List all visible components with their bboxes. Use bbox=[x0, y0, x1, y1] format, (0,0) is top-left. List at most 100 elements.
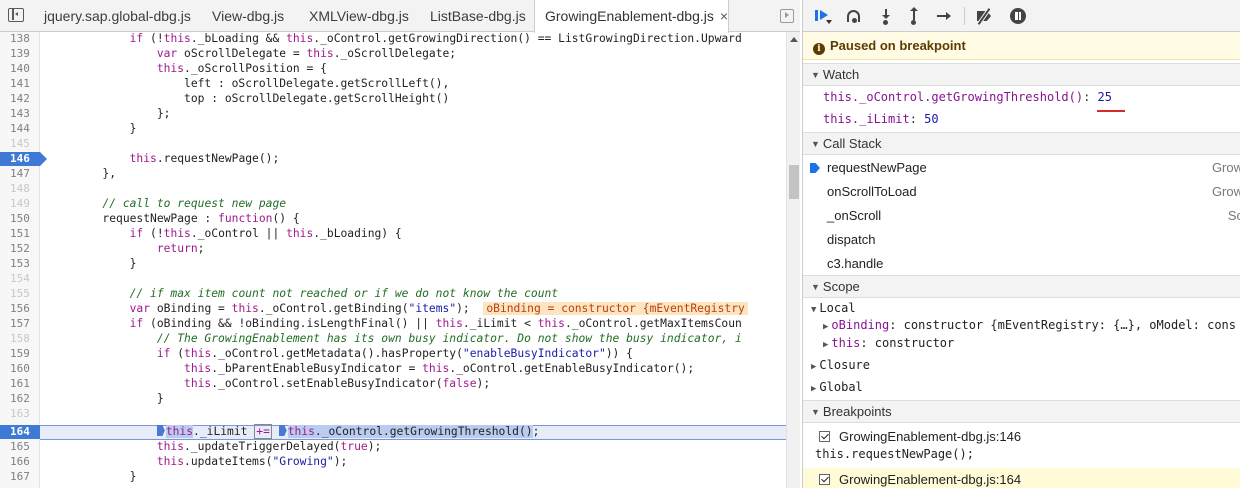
line-number[interactable]: 147 bbox=[0, 167, 40, 181]
line-number[interactable]: 144 bbox=[0, 122, 40, 136]
code-line: // The GrowingEnablement has its own bus… bbox=[156, 332, 742, 345]
expand-arrow-icon: ▼ bbox=[811, 282, 820, 292]
toggle-navigator-icon[interactable] bbox=[8, 8, 24, 22]
line-number[interactable]: 152 bbox=[0, 242, 40, 256]
step-button[interactable] bbox=[935, 7, 953, 25]
scope-label: Local bbox=[819, 301, 856, 315]
code-line: this._updateTriggerDelayed(true); bbox=[156, 440, 382, 453]
breakpoint-code: this.requestNewPage(); bbox=[815, 447, 974, 461]
line-number[interactable]: 141 bbox=[0, 77, 40, 91]
line-number[interactable]: 162 bbox=[0, 392, 40, 406]
call-frame[interactable]: dispatch bbox=[803, 228, 1240, 252]
scope-local[interactable]: ▼ Local bbox=[811, 299, 856, 317]
line-number[interactable]: 138 bbox=[0, 32, 40, 46]
close-tab-icon[interactable]: × bbox=[720, 0, 728, 32]
tab-growingenablement-dbg[interactable]: GrowingEnablement-dbg.js × bbox=[534, 0, 730, 33]
breakpoint-location: GrowingEnablement-dbg.js:146 bbox=[839, 429, 1022, 444]
line-number[interactable]: 158 bbox=[0, 332, 40, 346]
breakpoint-marker[interactable]: 146 bbox=[0, 152, 47, 166]
code-line: } bbox=[48, 257, 137, 270]
tab-view-dbg[interactable]: View-dbg.js bbox=[212, 0, 284, 32]
code-line: if (!this._bLoading && this._oControl.ge… bbox=[129, 32, 742, 45]
line-number-gutter[interactable]: 138 139 140 141 142 143 144 145 146 147 … bbox=[0, 32, 47, 488]
expand-arrow-icon: ▼ bbox=[811, 70, 820, 80]
line-number[interactable]: 153 bbox=[0, 257, 40, 271]
breakpoints-section-header[interactable]: ▼ Breakpoints bbox=[803, 400, 1240, 423]
breakpoint-item-active[interactable]: GrowingEnablement-dbg.js:164 bbox=[803, 468, 1240, 488]
code-area[interactable]: if (!this._bLoading && this._oControl.ge… bbox=[40, 32, 786, 488]
section-title: Call Stack bbox=[822, 136, 882, 151]
frame-name: c3.handle bbox=[827, 256, 884, 271]
line-number[interactable]: 140 bbox=[0, 62, 40, 76]
section-title: Scope bbox=[822, 279, 860, 294]
code-line: if (!this._oControl || this._bLoading) { bbox=[129, 227, 402, 240]
line-number[interactable]: 159 bbox=[0, 347, 40, 361]
line-number[interactable]: 143 bbox=[0, 107, 40, 121]
breakpoint-marker[interactable]: 164 bbox=[0, 425, 47, 439]
line-number[interactable]: 163 bbox=[0, 407, 40, 421]
expand-arrow-icon: ▼ bbox=[811, 407, 820, 417]
frame-location: Grow bbox=[1211, 184, 1240, 199]
watch-value: 50 bbox=[924, 112, 939, 126]
line-number[interactable]: 142 bbox=[0, 92, 40, 106]
call-frame[interactable]: requestNewPage Grow bbox=[803, 156, 1240, 180]
call-frame[interactable]: onScrollToLoad Grow bbox=[803, 180, 1240, 204]
annotation-underline bbox=[1097, 110, 1125, 112]
call-frame[interactable]: c3.handle bbox=[803, 252, 1240, 276]
step-out-button[interactable] bbox=[905, 7, 923, 25]
line-number[interactable]: 156 bbox=[0, 302, 40, 316]
breakpoint-checkbox[interactable] bbox=[819, 474, 830, 485]
breakpoint-location: GrowingEnablement-dbg.js:164 bbox=[839, 472, 1022, 487]
code-line: left : oScrollDelegate.getScrollLeft(), bbox=[48, 77, 450, 90]
breakpoint-checkbox[interactable] bbox=[819, 431, 830, 442]
collapse-arrow-icon: ▶ bbox=[811, 362, 817, 372]
line-number[interactable]: 167 bbox=[0, 470, 40, 484]
line-number[interactable]: 165 bbox=[0, 440, 40, 454]
scrollbar-thumb[interactable] bbox=[789, 165, 799, 199]
step-over-button[interactable] bbox=[845, 7, 863, 25]
line-number[interactable]: 166 bbox=[0, 455, 40, 469]
code-line: requestNewPage : function() { bbox=[48, 212, 300, 225]
debugger-toolbar bbox=[803, 0, 1240, 32]
watch-section-header[interactable]: ▼ Watch bbox=[803, 63, 1240, 86]
line-number[interactable]: 154 bbox=[0, 272, 40, 286]
line-number[interactable]: 148 bbox=[0, 182, 40, 196]
code-line: } bbox=[48, 122, 137, 135]
editor-scrollbar[interactable] bbox=[786, 32, 800, 488]
code-line: var oScrollDelegate = this._oScrollDeleg… bbox=[156, 47, 457, 60]
line-number[interactable]: 151 bbox=[0, 227, 40, 241]
line-number[interactable]: 149 bbox=[0, 197, 40, 211]
scope-variable[interactable]: ▶ this: constructor bbox=[823, 334, 954, 352]
call-stack-section-header[interactable]: ▼ Call Stack bbox=[803, 132, 1240, 155]
info-icon: i bbox=[813, 43, 825, 55]
watch-expression[interactable]: this._iLimit: 50 bbox=[823, 108, 939, 130]
call-frame[interactable]: _onScroll Sc bbox=[803, 204, 1240, 228]
line-number[interactable]: 155 bbox=[0, 287, 40, 301]
scroll-up-icon[interactable] bbox=[790, 37, 798, 42]
resume-button[interactable] bbox=[813, 7, 832, 25]
line-number[interactable]: 157 bbox=[0, 317, 40, 331]
line-number[interactable]: 160 bbox=[0, 362, 40, 376]
tab-xmlview-dbg[interactable]: XMLView-dbg.js bbox=[309, 0, 409, 32]
watch-expression[interactable]: this._oControl.getGrowingThreshold(): 25 bbox=[823, 86, 1112, 108]
code-line: }, bbox=[48, 167, 117, 180]
line-number[interactable]: 139 bbox=[0, 47, 40, 61]
code-line: this._bParentEnableBusyIndicator = this.… bbox=[184, 362, 695, 375]
code-line: } bbox=[48, 392, 164, 405]
deactivate-breakpoints-button[interactable] bbox=[975, 7, 993, 25]
line-number[interactable]: 145 bbox=[0, 137, 40, 151]
scope-variable[interactable]: ▶ oBinding: constructor {mEventRegistry: … bbox=[823, 316, 1236, 334]
toggle-debugger-icon[interactable] bbox=[780, 9, 794, 23]
breakpoint-item[interactable]: GrowingEnablement-dbg.js:146 this.reques… bbox=[803, 426, 1240, 466]
code-line: if (this._oControl.getMetadata().hasProp… bbox=[156, 347, 633, 360]
debugger-sidebar: i Paused on breakpoint ▼ Watch this._oCont… bbox=[802, 0, 1240, 488]
tab-jquery-sap-global[interactable]: jquery.sap.global-dbg.js bbox=[44, 0, 191, 32]
line-number[interactable]: 161 bbox=[0, 377, 40, 391]
pause-on-exceptions-button[interactable] bbox=[1009, 7, 1027, 25]
scope-global[interactable]: ▶ Global bbox=[811, 378, 863, 396]
step-into-button[interactable] bbox=[877, 7, 895, 25]
tab-listbase-dbg[interactable]: ListBase-dbg.js bbox=[430, 0, 526, 32]
scope-closure[interactable]: ▶ Closure bbox=[811, 356, 870, 374]
line-number[interactable]: 150 bbox=[0, 212, 40, 226]
scope-section-header[interactable]: ▼ Scope bbox=[803, 275, 1240, 298]
